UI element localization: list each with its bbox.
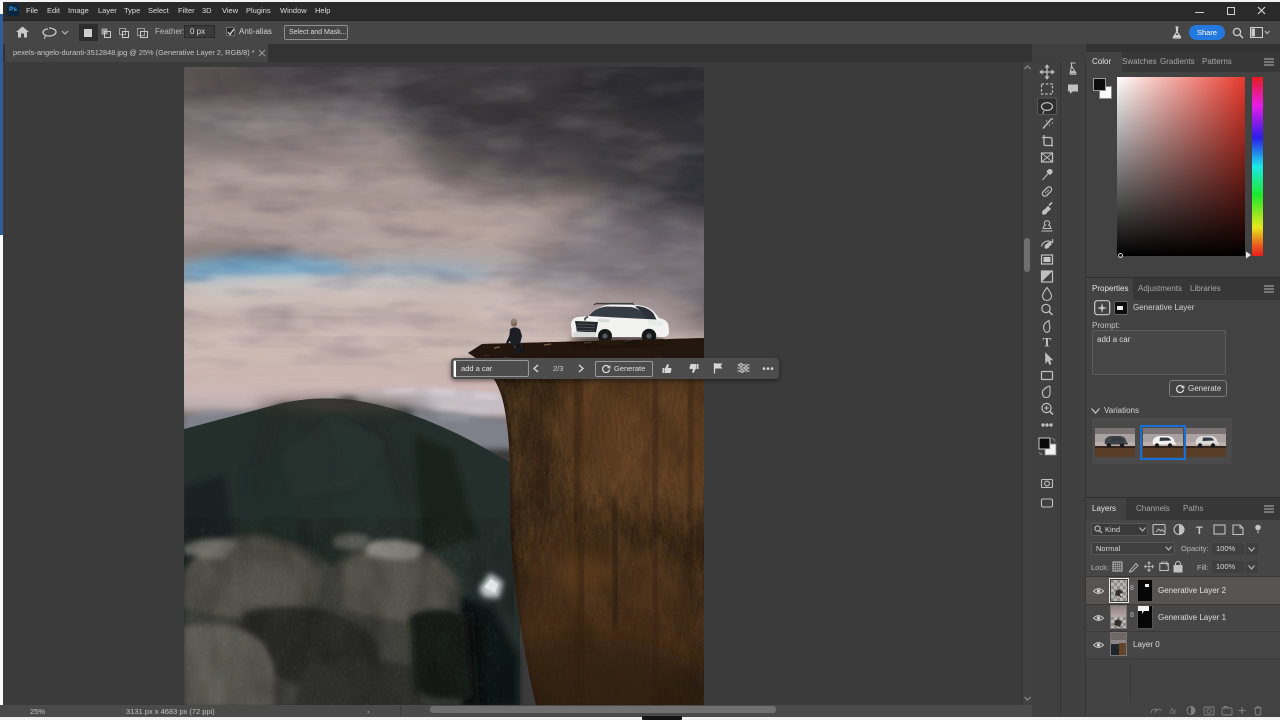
svg-text:T: T [1043,335,1052,350]
svg-text:fx: fx [1170,707,1177,716]
svg-text:T: T [1196,525,1203,536]
